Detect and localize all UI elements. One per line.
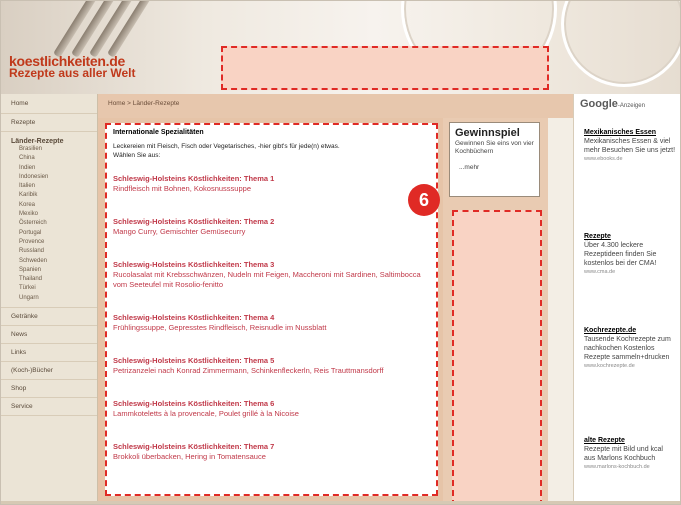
recipe-theme-link[interactable]: Schleswig-Holsteins Köstlichkeiten: Them… (113, 399, 430, 409)
nav-country-item[interactable]: Korea (1, 201, 97, 210)
nav-country-item[interactable]: Ungarn (1, 294, 97, 303)
nav-shop[interactable]: Shop (1, 380, 97, 399)
google-ads-suffix: -Anzeigen (617, 103, 645, 109)
page-title: Internationale Spezialitäten (113, 129, 204, 136)
list-item: Schleswig-Holsteins Köstlichkeiten: Them… (113, 442, 430, 462)
recipe-theme-link[interactable]: Schleswig-Holsteins Köstlichkeiten: Them… (113, 217, 430, 227)
gewinnspiel-box[interactable]: Gewinnspiel Gewinnen Sie eins von vier K… (449, 122, 540, 197)
ad-text: Tausende Kochrezepte zum nachkochen Kost… (584, 336, 671, 361)
site-tagline: Rezepte aus aller Welt (9, 66, 136, 80)
nav-country-item[interactable]: Italien (1, 182, 97, 191)
skyscraper-ad-placeholder (452, 210, 542, 504)
nav-country-item[interactable]: China (1, 154, 97, 163)
nav-country-list: Brasilien China Indien Indonesien Italie… (1, 145, 97, 303)
nav-service[interactable]: Service (1, 398, 97, 417)
recipe-theme-description[interactable]: Frühlingssuppe, Gepresstes Rindfleisch, … (113, 323, 430, 333)
gewinnspiel-more-link[interactable]: ...mehr (455, 164, 534, 171)
nav-getraenke[interactable]: Getränke (1, 308, 97, 327)
list-item: Schleswig-Holsteins Köstlichkeiten: Them… (113, 217, 430, 237)
list-item: Schleswig-Holsteins Köstlichkeiten: Them… (113, 174, 430, 194)
list-item: Schleswig-Holsteins Köstlichkeiten: Them… (113, 260, 430, 290)
recipe-theme-description[interactable]: Petrizanzelei nach Konrad Zimmermann, Sc… (113, 366, 430, 376)
nav-buecher[interactable]: (Koch-)Bücher (1, 362, 97, 381)
nav-country-item[interactable]: Indonesien (1, 173, 97, 182)
page-frame: koestlichkeiten.de Rezepte aus aller Wel… (0, 0, 681, 505)
ad-url[interactable]: www.kochrezepte.de (584, 362, 676, 370)
recipe-theme-description[interactable]: Rucolasalat mit Krebsschwänzen, Nudeln m… (113, 270, 430, 290)
intro-text: Leckereien mit Fleisch, Fisch oder Veget… (113, 143, 340, 159)
nav-country-item[interactable]: Spanien (1, 266, 97, 275)
recipe-theme-description[interactable]: Brokkoli überbacken, Hering in Tomatensa… (113, 452, 430, 462)
list-item: Schleswig-Holsteins Köstlichkeiten: Them… (113, 313, 430, 333)
left-navigation: Home Rezepte Länder-Rezepte Brasilien Ch… (1, 94, 98, 504)
nav-country-item[interactable]: Indien (1, 164, 97, 173)
recipe-theme-description[interactable]: Lammkoteletts à la provencale, Poulet gr… (113, 409, 430, 419)
nav-country-item[interactable]: Mexiko (1, 210, 97, 219)
ad-text: Mexikanisches Essen & viel mehr Besuchen… (584, 138, 676, 154)
recipe-theme-link[interactable]: Schleswig-Holsteins Köstlichkeiten: Them… (113, 260, 430, 270)
recipe-theme-link[interactable]: Schleswig-Holsteins Köstlichkeiten: Them… (113, 313, 430, 323)
nav-links[interactable]: Links (1, 344, 97, 363)
ad-title[interactable]: Rezepte (584, 232, 676, 241)
main-content-area: Internationale Spezialitäten Leckereien … (98, 118, 443, 504)
nav-country-item[interactable]: Thailand (1, 275, 97, 284)
recipe-theme-link[interactable]: Schleswig-Holsteins Köstlichkeiten: Them… (113, 174, 430, 184)
gewinnspiel-text: Gewinnen Sie eins von vier Kochbüchern (455, 140, 534, 155)
footer-strip (1, 501, 680, 504)
ad-title[interactable]: Mexikanisches Essen (584, 128, 676, 137)
nav-country-item[interactable]: Provence (1, 238, 97, 247)
nav-country-item[interactable]: Brasilien (1, 145, 97, 154)
ad-item[interactable]: alte Rezepte Rezepte mit Bild und kcal a… (584, 436, 676, 471)
gewinnspiel-title: Gewinnspiel (455, 127, 520, 139)
list-item: Schleswig-Holsteins Köstlichkeiten: Them… (113, 399, 430, 419)
recipe-theme-link[interactable]: Schleswig-Holsteins Köstlichkeiten: Them… (113, 356, 430, 366)
banner-ad-placeholder (221, 46, 549, 90)
recipe-theme-description[interactable]: Rindfleisch mit Bohnen, Kokosnusssuppe (113, 184, 430, 194)
promo-column: Gewinnspiel Gewinnen Sie eins von vier K… (443, 118, 548, 504)
google-logo: Google (580, 98, 618, 110)
plate-image (561, 1, 680, 87)
ad-item[interactable]: Rezepte Über 4.300 leckere Rezeptideen f… (584, 232, 676, 276)
nav-news[interactable]: News (1, 326, 97, 345)
ad-item[interactable]: Kochrezepte.de Tausende Kochrezepte zum … (584, 326, 676, 370)
recipe-theme-link[interactable]: Schleswig-Holsteins Köstlichkeiten: Them… (113, 442, 430, 452)
ad-url[interactable]: www.ebooks.de (584, 155, 676, 163)
breadcrumb-bar: Home > Länder-Rezepte (98, 94, 573, 118)
ad-url[interactable]: www.marlons-kochbuch.de (584, 463, 676, 471)
ad-text: Über 4.300 leckere Rezeptideen finden Si… (584, 242, 657, 267)
fork-image (107, 1, 151, 58)
ad-text: Rezepte mit Bild und kcal aus Marlons Ko… (584, 446, 663, 462)
nav-rezepte[interactable]: Rezepte (1, 114, 97, 132)
nav-country-item[interactable]: Türkei (1, 284, 97, 293)
callout-number-badge: 6 (408, 184, 440, 216)
nav-country-item[interactable]: Schweden (1, 257, 97, 266)
site-header: koestlichkeiten.de Rezepte aus aller Wel… (1, 1, 680, 94)
breadcrumb[interactable]: Home > Länder-Rezepte (108, 100, 179, 107)
nav-country-item[interactable]: Portugal (1, 229, 97, 238)
content-placeholder-box: Internationale Spezialitäten Leckereien … (105, 123, 438, 496)
recipe-theme-description[interactable]: Mango Curry, Gemischter Gemüsecurry (113, 227, 430, 237)
nav-country-item[interactable]: Österreich (1, 219, 97, 228)
nav-country-item[interactable]: Russland (1, 247, 97, 256)
google-ads-column: Google-Anzeigen Mexikanisches Essen Mexi… (573, 94, 680, 504)
nav-country-item[interactable]: Karibik (1, 191, 97, 200)
nav-home[interactable]: Home (1, 94, 97, 114)
ad-title[interactable]: alte Rezepte (584, 436, 676, 445)
ad-item[interactable]: Mexikanisches Essen Mexikanisches Essen … (584, 128, 676, 163)
google-ads-label: Google-Anzeigen (580, 98, 645, 110)
ad-title[interactable]: Kochrezepte.de (584, 326, 676, 335)
list-item: Schleswig-Holsteins Köstlichkeiten: Them… (113, 356, 430, 376)
ad-url[interactable]: www.cma.de (584, 268, 676, 276)
nav-laender-rezepte[interactable]: Länder-Rezepte (1, 132, 97, 145)
